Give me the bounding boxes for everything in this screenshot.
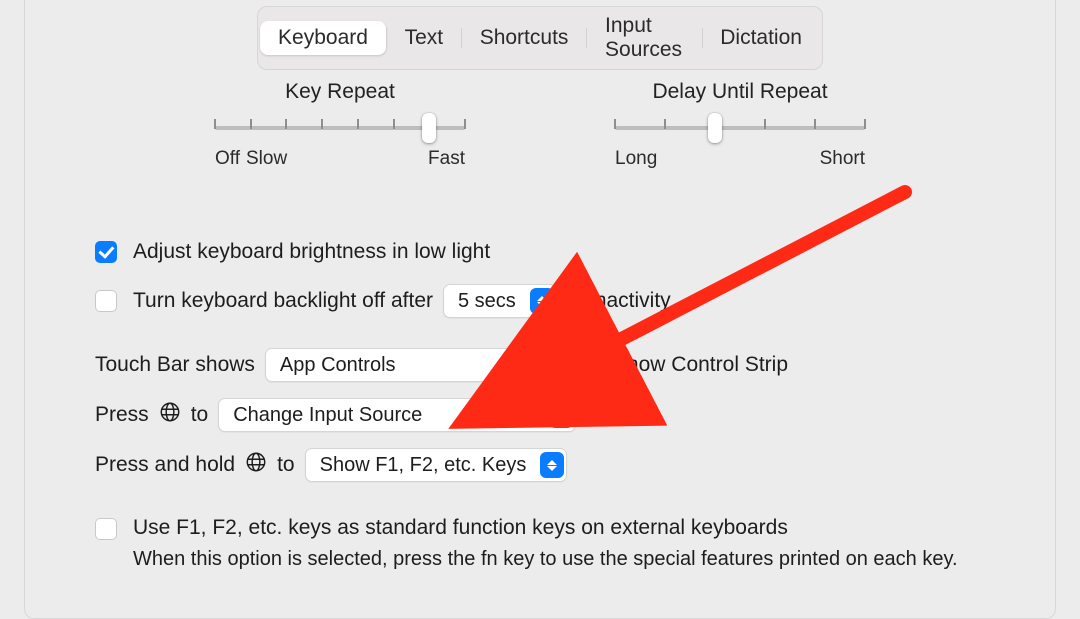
popup-press-globe-action-value: Change Input Source	[233, 404, 549, 427]
popup-touch-bar-shows[interactable]: App Controls	[265, 348, 535, 382]
popup-press-globe-action[interactable]: Change Input Source	[218, 398, 576, 432]
key-repeat-slider[interactable]	[215, 118, 465, 138]
row-press-hold-globe-to: Press and hold to Show F1, F2, etc. Keys	[95, 448, 1015, 482]
globe-icon	[159, 401, 181, 429]
checkbox-use-fn-keys[interactable]	[95, 518, 117, 540]
chevron-up-down-icon	[530, 288, 554, 314]
popup-touch-bar-shows-value: App Controls	[280, 354, 508, 377]
row-touch-bar-shows: Touch Bar shows App Controls Show Contro…	[95, 348, 1015, 382]
checkbox-show-control-strip[interactable]	[575, 354, 597, 376]
popup-press-hold-globe-action-value: Show F1, F2, etc. Keys	[320, 454, 541, 477]
delay-repeat-short-label: Short	[820, 148, 865, 170]
label-adjust-brightness: Adjust keyboard brightness in low light	[133, 240, 490, 264]
note-use-fn-keys: When this option is selected, press the …	[133, 546, 958, 573]
label-press-suffix: to	[191, 403, 209, 427]
key-repeat-fast-label: Fast	[428, 148, 465, 170]
globe-icon	[245, 451, 267, 479]
delay-repeat-long-label: Long	[615, 148, 657, 170]
key-repeat-off-label: Off	[215, 148, 240, 170]
checkbox-adjust-brightness[interactable]	[95, 241, 117, 263]
label-press-hold-suffix: to	[277, 453, 295, 477]
popup-backlight-timeout-value: 5 secs	[458, 290, 530, 313]
tab-keyboard[interactable]: Keyboard	[260, 21, 386, 55]
key-repeat-group: Key Repeat Off Slow Fast	[215, 80, 465, 170]
preferences-panel: Keyboard Text Shortcuts Input Sources Di…	[24, 0, 1056, 619]
row-adjust-brightness: Adjust keyboard brightness in low light	[95, 240, 1015, 264]
chevron-up-down-icon	[540, 452, 564, 478]
label-show-control-strip: Show Control Strip	[613, 353, 788, 377]
key-repeat-slow-label: Slow	[246, 148, 287, 170]
delay-repeat-slider[interactable]	[615, 118, 865, 138]
label-press-prefix: Press	[95, 403, 149, 427]
tab-input-sources[interactable]: Input Sources	[587, 9, 702, 67]
sliders-area: Key Repeat Off Slow Fast Delay Until Rep…	[25, 80, 1055, 170]
tab-bar: Keyboard Text Shortcuts Input Sources Di…	[257, 6, 823, 70]
popup-press-hold-globe-action[interactable]: Show F1, F2, etc. Keys	[305, 448, 568, 482]
tab-text[interactable]: Text	[387, 21, 462, 55]
label-backlight-off-before: Turn keyboard backlight off after	[133, 289, 433, 313]
row-use-fn-keys: Use F1, F2, etc. keys as standard functi…	[95, 516, 1015, 573]
label-touch-bar-shows: Touch Bar shows	[95, 353, 255, 377]
delay-repeat-title: Delay Until Repeat	[652, 80, 827, 104]
tab-shortcuts[interactable]: Shortcuts	[462, 21, 587, 55]
row-backlight-off: Turn keyboard backlight off after 5 secs…	[95, 284, 1015, 318]
label-backlight-off-after: of inactivity	[567, 289, 671, 313]
label-use-fn-keys: Use F1, F2, etc. keys as standard functi…	[133, 516, 958, 540]
delay-repeat-group: Delay Until Repeat Long Short	[615, 80, 865, 170]
row-press-globe-to: Press to Change Input Source	[95, 398, 1015, 432]
tab-dictation[interactable]: Dictation	[702, 21, 820, 55]
chevron-up-down-icon	[508, 352, 532, 378]
label-press-hold-prefix: Press and hold	[95, 453, 235, 477]
checkbox-backlight-off[interactable]	[95, 290, 117, 312]
key-repeat-title: Key Repeat	[285, 80, 395, 104]
chevron-up-down-icon	[549, 402, 573, 428]
popup-backlight-timeout[interactable]: 5 secs	[443, 284, 557, 318]
